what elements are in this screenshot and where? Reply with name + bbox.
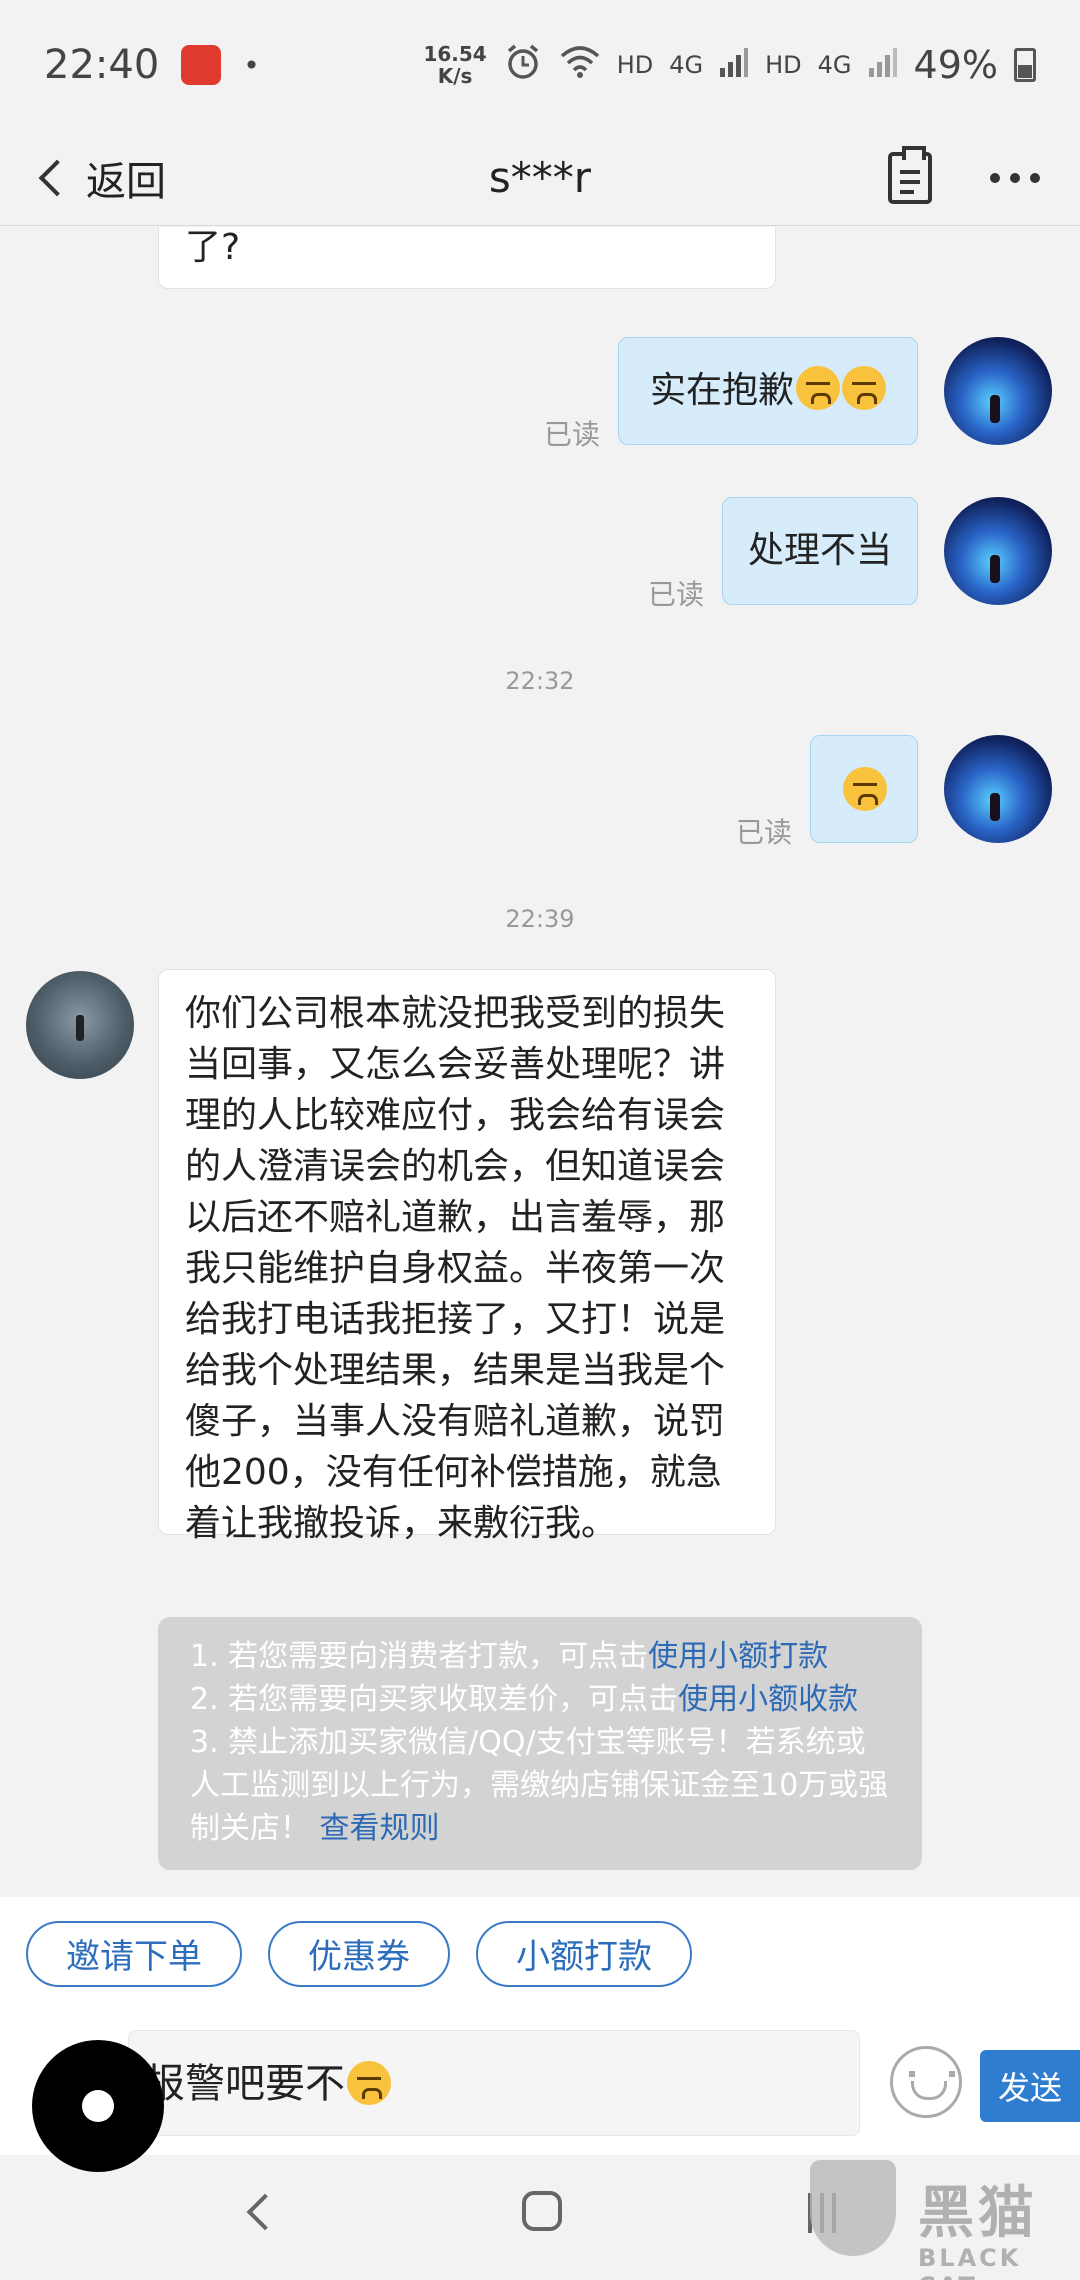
- network-4g-label: 4G: [669, 51, 704, 79]
- hd-label-2: HD: [765, 51, 802, 79]
- watermark-subtext: BLACK CAT: [918, 2244, 1022, 2280]
- message-input[interactable]: 报警吧要不: [128, 2030, 860, 2136]
- notice-line-2: 2. 若您需要向买家收取差价，可点击: [190, 1682, 679, 1717]
- more-options-icon[interactable]: [990, 172, 1040, 183]
- message-text: 你们公司根本就没把我受到的损失当回事，又怎么会妥善处理呢？讲理的人比较难应付，我…: [185, 993, 726, 1544]
- notice-line-1: 1. 若您需要向消费者打款，可点击: [190, 1639, 649, 1674]
- message-bubble-partial[interactable]: 了?: [158, 227, 776, 289]
- chat-header: 返回 s***r: [0, 130, 1080, 226]
- message-text: 实在抱歉: [649, 370, 794, 411]
- send-button[interactable]: 发送: [980, 2050, 1080, 2122]
- read-receipt: 已读: [736, 816, 793, 849]
- view-rules-link[interactable]: 查看规则: [320, 1811, 440, 1846]
- net-speed-value: 16.54: [423, 42, 487, 66]
- message-bubble-sent[interactable]: 处理不当: [722, 497, 918, 605]
- emoji-picker-icon[interactable]: [890, 2046, 962, 2118]
- timestamp: 22:32: [505, 667, 575, 695]
- crying-emoji-icon: [842, 366, 886, 410]
- notice-line-3: 3. 禁止添加买家微信/QQ/支付宝等账号！若系统或人工监测到以上行为，需缴纳店…: [190, 1725, 889, 1846]
- quick-actions-bar: 邀请下单 优惠券 小额打款: [0, 1897, 1080, 2010]
- crying-emoji-icon: [347, 2061, 391, 2105]
- timestamp: 22:39: [505, 905, 575, 933]
- wifi-icon: [559, 44, 601, 86]
- small-payment-button[interactable]: 小额打款: [476, 1920, 692, 1987]
- nav-back-icon[interactable]: [246, 2193, 284, 2231]
- my-avatar[interactable]: [944, 497, 1052, 605]
- status-time: 22:40: [44, 42, 160, 88]
- nav-home-icon[interactable]: [522, 2191, 562, 2231]
- hd-label: HD: [616, 51, 654, 79]
- watermark: 黑猫 BLACK CAT: [800, 2160, 1080, 2280]
- status-bar: 22:40 • 16.54 K/s HD 4G HD 4G 49%: [0, 0, 1080, 130]
- network-4g-label-2: 4G: [817, 51, 852, 79]
- my-avatar[interactable]: [944, 735, 1052, 843]
- alarm-icon: [503, 42, 543, 88]
- coupon-button[interactable]: 优惠券: [268, 1920, 450, 1987]
- net-speed-unit: K/s: [437, 64, 473, 88]
- net-speed: 16.54 K/s: [423, 43, 486, 87]
- confounded-emoji-icon: [843, 767, 887, 811]
- battery-percent: 49%: [913, 43, 998, 87]
- message-input-bar: 报警吧要不 发送: [0, 2010, 1080, 2172]
- small-payment-link[interactable]: 使用小额打款: [648, 1639, 828, 1674]
- battery-icon: [1014, 48, 1036, 82]
- read-receipt: 已读: [648, 578, 705, 611]
- black-cat-logo-icon: [810, 2160, 896, 2256]
- crying-emoji-icon: [796, 366, 840, 410]
- small-collection-link[interactable]: 使用小额收款: [678, 1682, 858, 1717]
- contact-avatar[interactable]: [26, 971, 134, 1079]
- read-receipt: 已读: [544, 418, 601, 451]
- system-notice: 1. 若您需要向消费者打款，可点击使用小额打款 2. 若您需要向买家收取差价，可…: [158, 1617, 922, 1870]
- my-avatar[interactable]: [944, 337, 1052, 445]
- signal-icon-2: [868, 46, 898, 84]
- message-bubble-sent[interactable]: 实在抱歉: [618, 337, 918, 445]
- invite-order-button[interactable]: 邀请下单: [26, 1920, 242, 1987]
- app-notification-icon: [181, 45, 222, 85]
- watermark-text: 黑猫: [918, 2181, 1038, 2246]
- status-dot: •: [243, 48, 260, 82]
- message-bubble-sent[interactable]: [810, 735, 918, 843]
- message-input-value: 报警吧要不: [145, 2061, 345, 2107]
- chat-message-list[interactable]: 了? 已读 实在抱歉 已读 处理不当 22:32 已读 22:39 你们公司根本…: [0, 227, 1080, 1897]
- floating-assistive-button[interactable]: [32, 2040, 164, 2172]
- clipboard-icon[interactable]: [888, 145, 932, 204]
- message-bubble-received[interactable]: 你们公司根本就没把我受到的损失当回事，又怎么会妥善处理呢？讲理的人比较难应付，我…: [158, 969, 776, 1544]
- message-text: 处理不当: [747, 530, 892, 571]
- message-text: 了?: [185, 227, 241, 268]
- signal-icon: [719, 46, 749, 84]
